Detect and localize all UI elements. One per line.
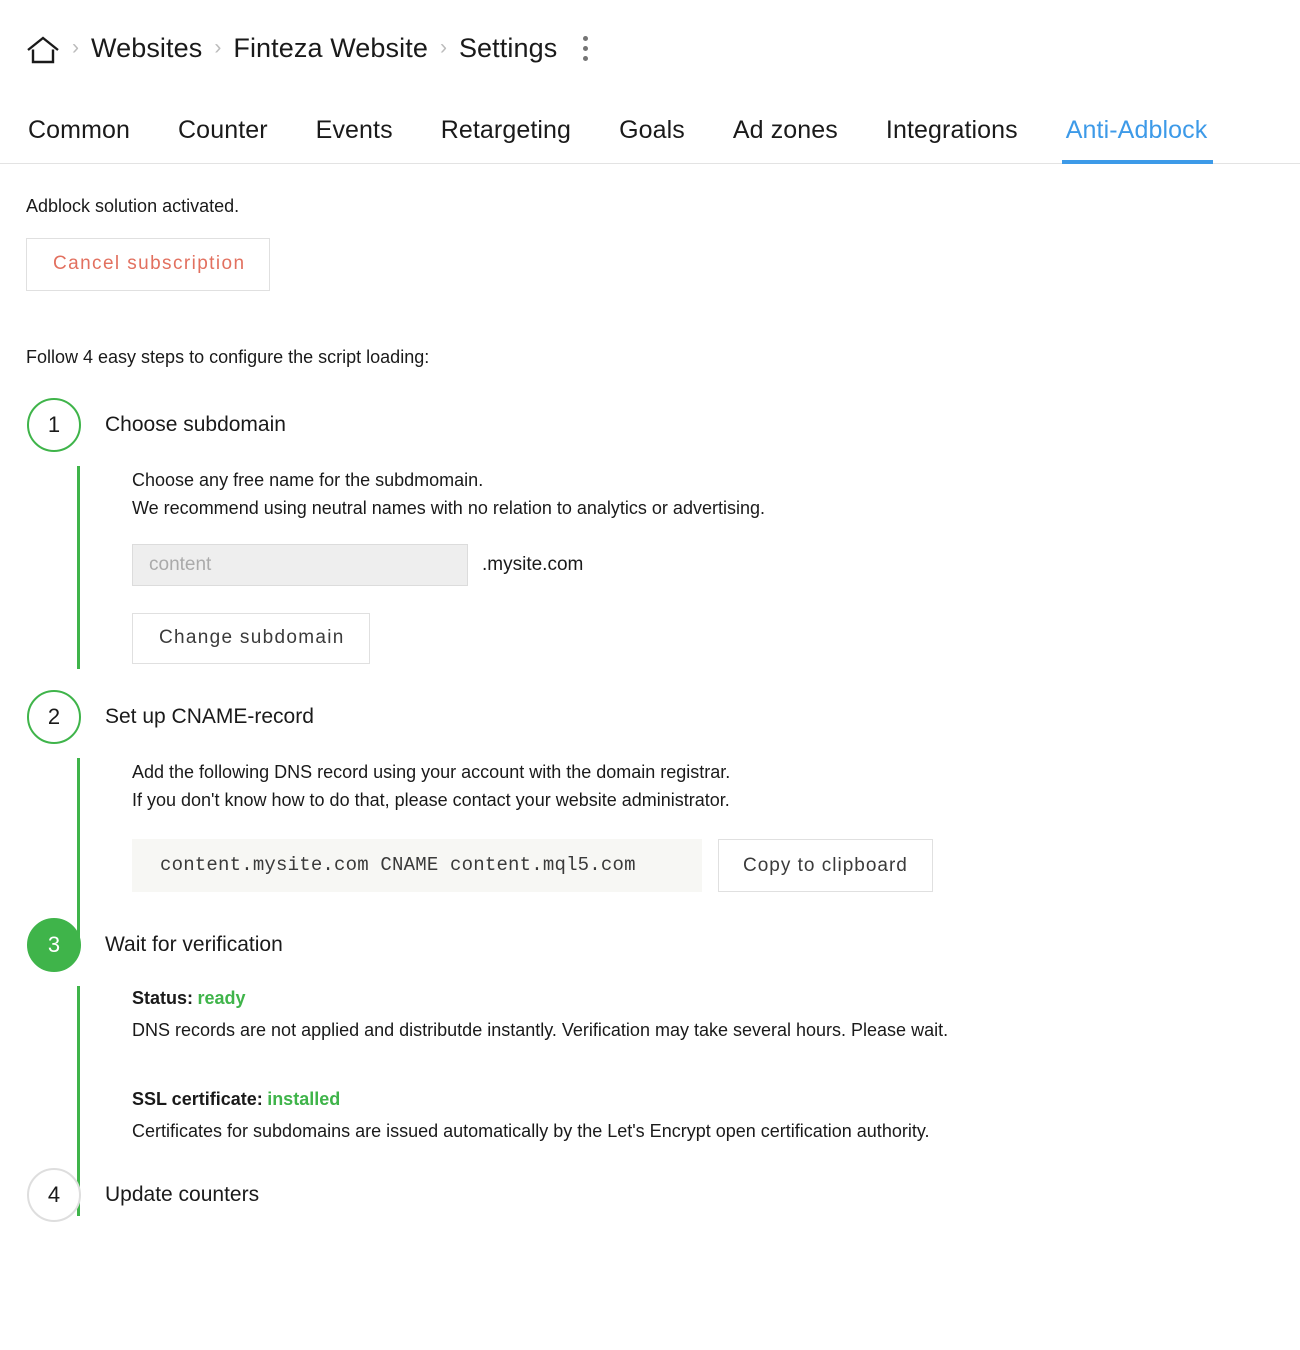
step-2-marker: 2 (26, 690, 82, 744)
tab-common[interactable]: Common (28, 116, 130, 163)
step-2-setup-cname: 2 Set up CNAME-record Add the following … (26, 690, 1300, 942)
copy-to-clipboard-button[interactable]: Copy to clipboard (718, 839, 933, 892)
breadcrumb-separator-2: › (214, 35, 222, 59)
step-4-marker: 4 (26, 1168, 82, 1222)
domain-suffix-label: .mysite.com (482, 554, 584, 575)
step-4-update-counters: 4 Update counters (26, 1168, 1300, 1222)
tab-events[interactable]: Events (316, 116, 393, 163)
home-icon[interactable] (26, 35, 60, 65)
cancel-subscription-button[interactable]: Cancel subscription (26, 238, 271, 291)
ssl-certificate-desc: Certificates for subdomains are issued a… (132, 1121, 930, 1141)
step-1-marker: 1 (26, 398, 82, 452)
verification-status-desc: DNS records are not applied and distribu… (132, 1020, 949, 1040)
kebab-dot (582, 45, 588, 51)
adblock-status-text: Adblock solution activated. (26, 196, 240, 216)
step-1-body: Choose any free name for the subdmomain.… (105, 452, 1300, 690)
kebab-menu-icon[interactable] (581, 35, 589, 61)
step-2-body: Add the following DNS record using your … (105, 744, 1300, 918)
subdomain-input[interactable] (132, 544, 468, 586)
verification-status-block: Status: ready DNS records are not applie… (132, 988, 1300, 1041)
step-1-choose-subdomain: 1 Choose subdomain Choose any free name … (26, 398, 1300, 690)
anti-adblock-panel: Adblock solution activated. Cancel subsc… (0, 196, 1300, 1222)
step-2-desc-line-2: If you don't know how to do that, please… (132, 790, 730, 810)
tab-integrations[interactable]: Integrations (886, 116, 1018, 163)
change-subdomain-button[interactable]: Change subdomain (132, 613, 370, 664)
breadcrumb-item-settings[interactable]: Settings (459, 33, 557, 64)
verification-status-badge: ready (197, 988, 246, 1008)
step-3-title: Wait for verification (105, 933, 283, 956)
setup-steps-list: 1 Choose subdomain Choose any free name … (26, 398, 1300, 1222)
ssl-certificate-badge: installed (267, 1089, 341, 1109)
breadcrumb-item-websites[interactable]: Websites (91, 33, 202, 64)
cname-record-row: content.mysite.com CNAME content.mql5.co… (132, 839, 1300, 892)
step-2-number-badge: 2 (27, 690, 81, 744)
step-4-title: Update counters (105, 1183, 260, 1206)
settings-tab-bar: Common Counter Events Retargeting Goals … (0, 96, 1300, 164)
step-1-number-badge: 1 (27, 398, 81, 452)
subdomain-input-row: .mysite.com (132, 544, 1300, 586)
follow-steps-text: Follow 4 easy steps to configure the scr… (26, 347, 430, 367)
step-2-connector-line (77, 758, 80, 942)
step-4-number-badge: 4 (27, 1168, 81, 1222)
step-1-title: Choose subdomain (105, 413, 286, 436)
ssl-certificate-label: SSL certificate: (132, 1089, 263, 1109)
tab-retargeting[interactable]: Retargeting (441, 116, 571, 163)
verification-status-row: Status: ready (132, 988, 1300, 1009)
step-3-wait-verification: 3 Wait for verification Status: ready DN… (26, 918, 1300, 1216)
tab-goals[interactable]: Goals (619, 116, 685, 163)
step-2-title: Set up CNAME-record (105, 705, 314, 728)
breadcrumb-separator-3: › (439, 35, 447, 59)
step-1-desc-line-1: Choose any free name for the subdmomain. (132, 470, 484, 490)
step-3-body: Status: ready DNS records are not applie… (105, 972, 1300, 1168)
step-3-marker: 3 (26, 918, 82, 972)
step-1-connector-line (77, 466, 80, 669)
ssl-status-block: SSL certificate: installed Certificates … (132, 1089, 1300, 1142)
cname-record-value[interactable]: content.mysite.com CNAME content.mql5.co… (132, 839, 702, 892)
step-1-desc-line-2: We recommend using neutral names with no… (132, 498, 765, 518)
tab-anti-adblock[interactable]: Anti-Adblock (1061, 116, 1213, 164)
breadcrumb-item-finteza-website[interactable]: Finteza Website (233, 33, 428, 64)
breadcrumb-separator-1: › (72, 35, 79, 59)
kebab-dot (582, 35, 588, 41)
tab-counter[interactable]: Counter (178, 116, 268, 163)
step-2-desc-line-1: Add the following DNS record using your … (132, 762, 731, 782)
ssl-status-row: SSL certificate: installed (132, 1089, 1300, 1110)
step-3-number-badge: 3 (27, 918, 81, 972)
kebab-dot (582, 55, 588, 61)
tab-ad-zones[interactable]: Ad zones (733, 116, 838, 163)
verification-status-label: Status: (132, 988, 194, 1008)
breadcrumb: › Websites › Finteza Website › Settings (0, 0, 1300, 96)
